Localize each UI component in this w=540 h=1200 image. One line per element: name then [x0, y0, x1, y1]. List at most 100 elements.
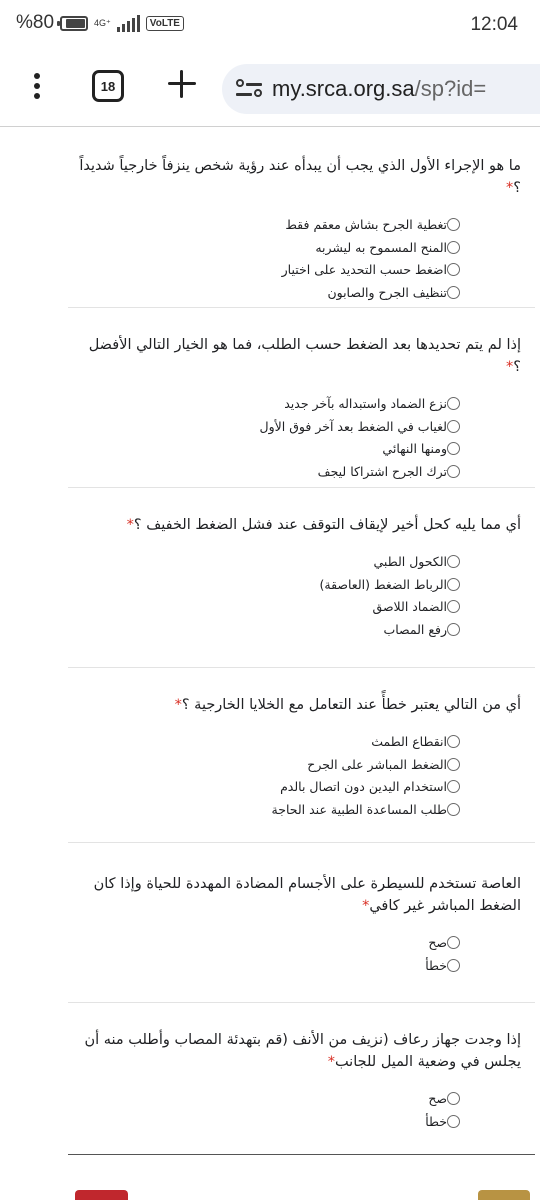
radio-button[interactable] [447, 958, 460, 972]
question-3: أي مما يليه كحل أخير لإيقاف التوقف عند ف… [68, 488, 535, 668]
volte-badge: VoLTE [145, 15, 184, 31]
option-item[interactable]: ترك الجرح اشتراكا ليجف [68, 460, 471, 483]
site-settings-icon[interactable] [236, 78, 262, 100]
options-list: الكحول الطبي الرباط الضغط (العاصقة) الضم… [68, 550, 535, 641]
radio-button[interactable] [447, 464, 460, 478]
option-label: ترك الجرح اشتراكا ليجف [317, 463, 447, 479]
option-item[interactable]: الضغط المباشر على الجرح [68, 753, 471, 776]
question-text: العاصة تستخدم للسيطرة على الأجسام المضاد… [93, 876, 521, 914]
status-time: 12:04 [470, 14, 518, 35]
submit-button[interactable] [478, 1190, 530, 1200]
option-label: ومنها النهائي [382, 441, 447, 457]
radio-button[interactable] [447, 263, 460, 277]
signal-icon [116, 14, 140, 32]
radio-button[interactable] [447, 396, 460, 410]
new-tab-plus-icon[interactable] [164, 66, 200, 102]
question-title: العاصة تستخدم للسيطرة على الأجسام المضاد… [68, 873, 535, 917]
tab-count: 18 [100, 78, 116, 94]
option-label: المنح المسموح به ليشربه [315, 239, 447, 255]
option-item[interactable]: رفع المصاب [68, 618, 471, 641]
tab-switcher-button[interactable]: 18 [92, 70, 124, 102]
url-path: /sp?id= [414, 76, 487, 101]
cancel-button[interactable] [75, 1190, 128, 1200]
option-item[interactable]: خطأ [68, 954, 471, 977]
option-label: الضماد اللاصق [372, 599, 447, 615]
option-label: الضغط المباشر على الجرح [307, 756, 447, 772]
radio-button[interactable] [447, 734, 460, 748]
required-asterisk: * [174, 697, 182, 713]
radio-button[interactable] [447, 802, 460, 816]
option-item[interactable]: طلب المساعدة الطبية عند الحاجة [68, 798, 471, 821]
radio-button[interactable] [447, 577, 460, 591]
options-list: نزع الضماد واستبداله بآخر جديد لغياب في … [68, 392, 535, 483]
option-item[interactable]: تغطية الجرح بشاش معقم فقط [68, 213, 471, 236]
question-title: ما هو الإجراء الأول الذي يجب أن يبدأه عن… [68, 155, 535, 199]
radio-button[interactable] [447, 935, 460, 949]
question-2: إذا لم يتم تحديدها بعد الضغط حسب الطلب، … [68, 308, 535, 488]
battery-percent: %80 [16, 12, 55, 33]
option-label: نزع الضماد واستبداله بآخر جديد [284, 395, 447, 411]
radio-button[interactable] [447, 600, 460, 614]
radio-button[interactable] [447, 622, 460, 636]
options-list: تغطية الجرح بشاش معقم فقط المنح المسموح … [68, 213, 535, 304]
network-type: 4G⁺ [94, 17, 111, 28]
url-text[interactable]: my.srca.org.sa/sp?id= [272, 76, 486, 102]
radio-button[interactable] [447, 285, 460, 299]
more-menu-icon[interactable] [22, 69, 52, 103]
option-item[interactable]: المنح المسموح به ليشربه [68, 236, 471, 259]
question-title: إذا وجدت جهاز رعاف (نزيف من الأنف (قم بت… [68, 1029, 535, 1073]
option-item[interactable]: استخدام اليدين دون اتصال بالدم [68, 775, 471, 798]
option-item[interactable]: خطأ [68, 1110, 471, 1133]
status-bar: %80 4G⁺ VoLTE 12:04 [0, 0, 540, 52]
option-item[interactable]: اضغط حسب التحديد على اختيار [68, 258, 471, 281]
option-item[interactable]: الرباط الضغط (العاصقة) [68, 573, 471, 596]
option-item[interactable]: تنظيف الجرح والصابون [68, 281, 471, 304]
question-text: إذا لم يتم تحديدها بعد الضغط حسب الطلب، … [88, 337, 521, 375]
question-title: أي مما يليه كحل أخير لإيقاف التوقف عند ف… [68, 514, 535, 536]
option-item[interactable]: ومنها النهائي [68, 437, 471, 460]
radio-button[interactable] [447, 240, 460, 254]
question-text: ما هو الإجراء الأول الذي يجب أن يبدأه عن… [79, 158, 521, 196]
browser-toolbar: 18 my.srca.org.sa/sp?id= [0, 52, 540, 124]
question-title: أي من التالي يعتبر خطأً عند التعامل مع ا… [68, 694, 535, 716]
option-item[interactable]: انقطاع الطمث [68, 730, 471, 753]
options-list: صح خطأ [68, 1087, 535, 1132]
radio-button[interactable] [447, 780, 460, 794]
question-5: العاصة تستخدم للسيطرة على الأجسام المضاد… [68, 843, 535, 1003]
battery-icon [57, 15, 89, 31]
option-label: لغياب في الضغط بعد آخر فوق الأول [259, 418, 447, 434]
option-label: صح [428, 1090, 447, 1106]
question-title: إذا لم يتم تحديدها بعد الضغط حسب الطلب، … [68, 334, 535, 378]
radio-button[interactable] [447, 217, 460, 231]
radio-button[interactable] [447, 1114, 460, 1128]
option-label: تنظيف الجرح والصابون [327, 284, 447, 300]
option-item[interactable]: صح [68, 931, 471, 954]
radio-button[interactable] [447, 442, 460, 456]
required-asterisk: * [327, 1054, 335, 1070]
address-bar[interactable]: my.srca.org.sa/sp?id= [222, 64, 540, 114]
radio-button[interactable] [447, 554, 460, 568]
radio-button[interactable] [447, 757, 460, 771]
option-item[interactable]: الكحول الطبي [68, 550, 471, 573]
option-label: خطأ [425, 1113, 447, 1129]
option-item[interactable]: نزع الضماد واستبداله بآخر جديد [68, 392, 471, 415]
form-bottom-rule [68, 1154, 535, 1155]
option-label: اضغط حسب التحديد على اختيار [281, 262, 447, 278]
option-label: استخدام اليدين دون اتصال بالدم [280, 779, 447, 795]
status-left: %80 4G⁺ VoLTE [16, 12, 184, 34]
option-item[interactable]: صح [68, 1087, 471, 1110]
option-label: رفع المصاب [383, 621, 447, 637]
quiz-form: ما هو الإجراء الأول الذي يجب أن يبدأه عن… [68, 127, 535, 1132]
option-label: انقطاع الطمث [371, 733, 447, 749]
options-list: انقطاع الطمث الضغط المباشر على الجرح است… [68, 730, 535, 821]
question-1: ما هو الإجراء الأول الذي يجب أن يبدأه عن… [68, 127, 535, 308]
radio-button[interactable] [447, 419, 460, 433]
option-label: تغطية الجرح بشاش معقم فقط [285, 216, 447, 232]
option-item[interactable]: الضماد اللاصق [68, 595, 471, 618]
url-host: my.srca.org.sa [272, 76, 415, 101]
question-text: أي مما يليه كحل أخير لإيقاف التوقف عند ف… [133, 517, 521, 533]
radio-button[interactable] [447, 1091, 460, 1105]
question-text: إذا وجدت جهاز رعاف (نزيف من الأنف (قم بت… [84, 1032, 521, 1070]
option-item[interactable]: لغياب في الضغط بعد آخر فوق الأول [68, 415, 471, 438]
question-4: أي من التالي يعتبر خطأً عند التعامل مع ا… [68, 668, 535, 843]
